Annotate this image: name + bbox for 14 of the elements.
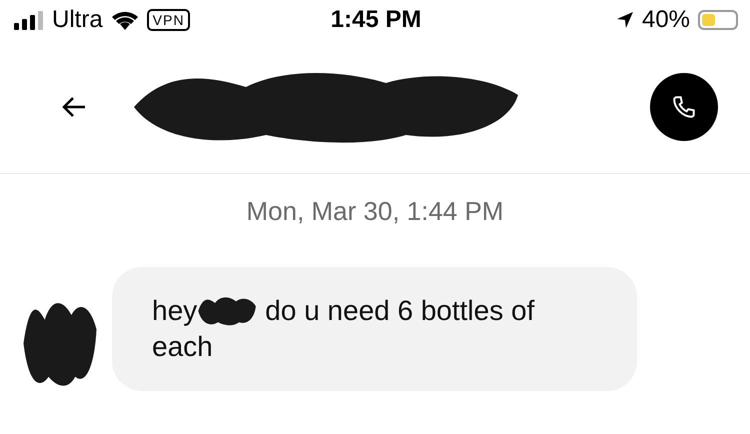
message-date: Mon, Mar 30, 1:44 PM	[245, 196, 505, 227]
message-text: do u need 6 bottles of	[265, 294, 534, 328]
status-time: 1:45 PM	[330, 6, 422, 34]
wifi-icon	[110, 10, 139, 30]
back-arrow-icon[interactable]	[62, 96, 86, 118]
phone-icon	[671, 94, 697, 120]
battery-icon	[698, 10, 738, 30]
battery-percent: 40%	[642, 6, 690, 34]
signal-icon	[14, 10, 44, 30]
location-icon	[616, 11, 634, 29]
carrier-name: Ultra	[52, 6, 103, 34]
message-text: each	[152, 330, 214, 364]
message-text: hey	[152, 294, 198, 328]
vpn-badge: VPN	[146, 9, 190, 31]
